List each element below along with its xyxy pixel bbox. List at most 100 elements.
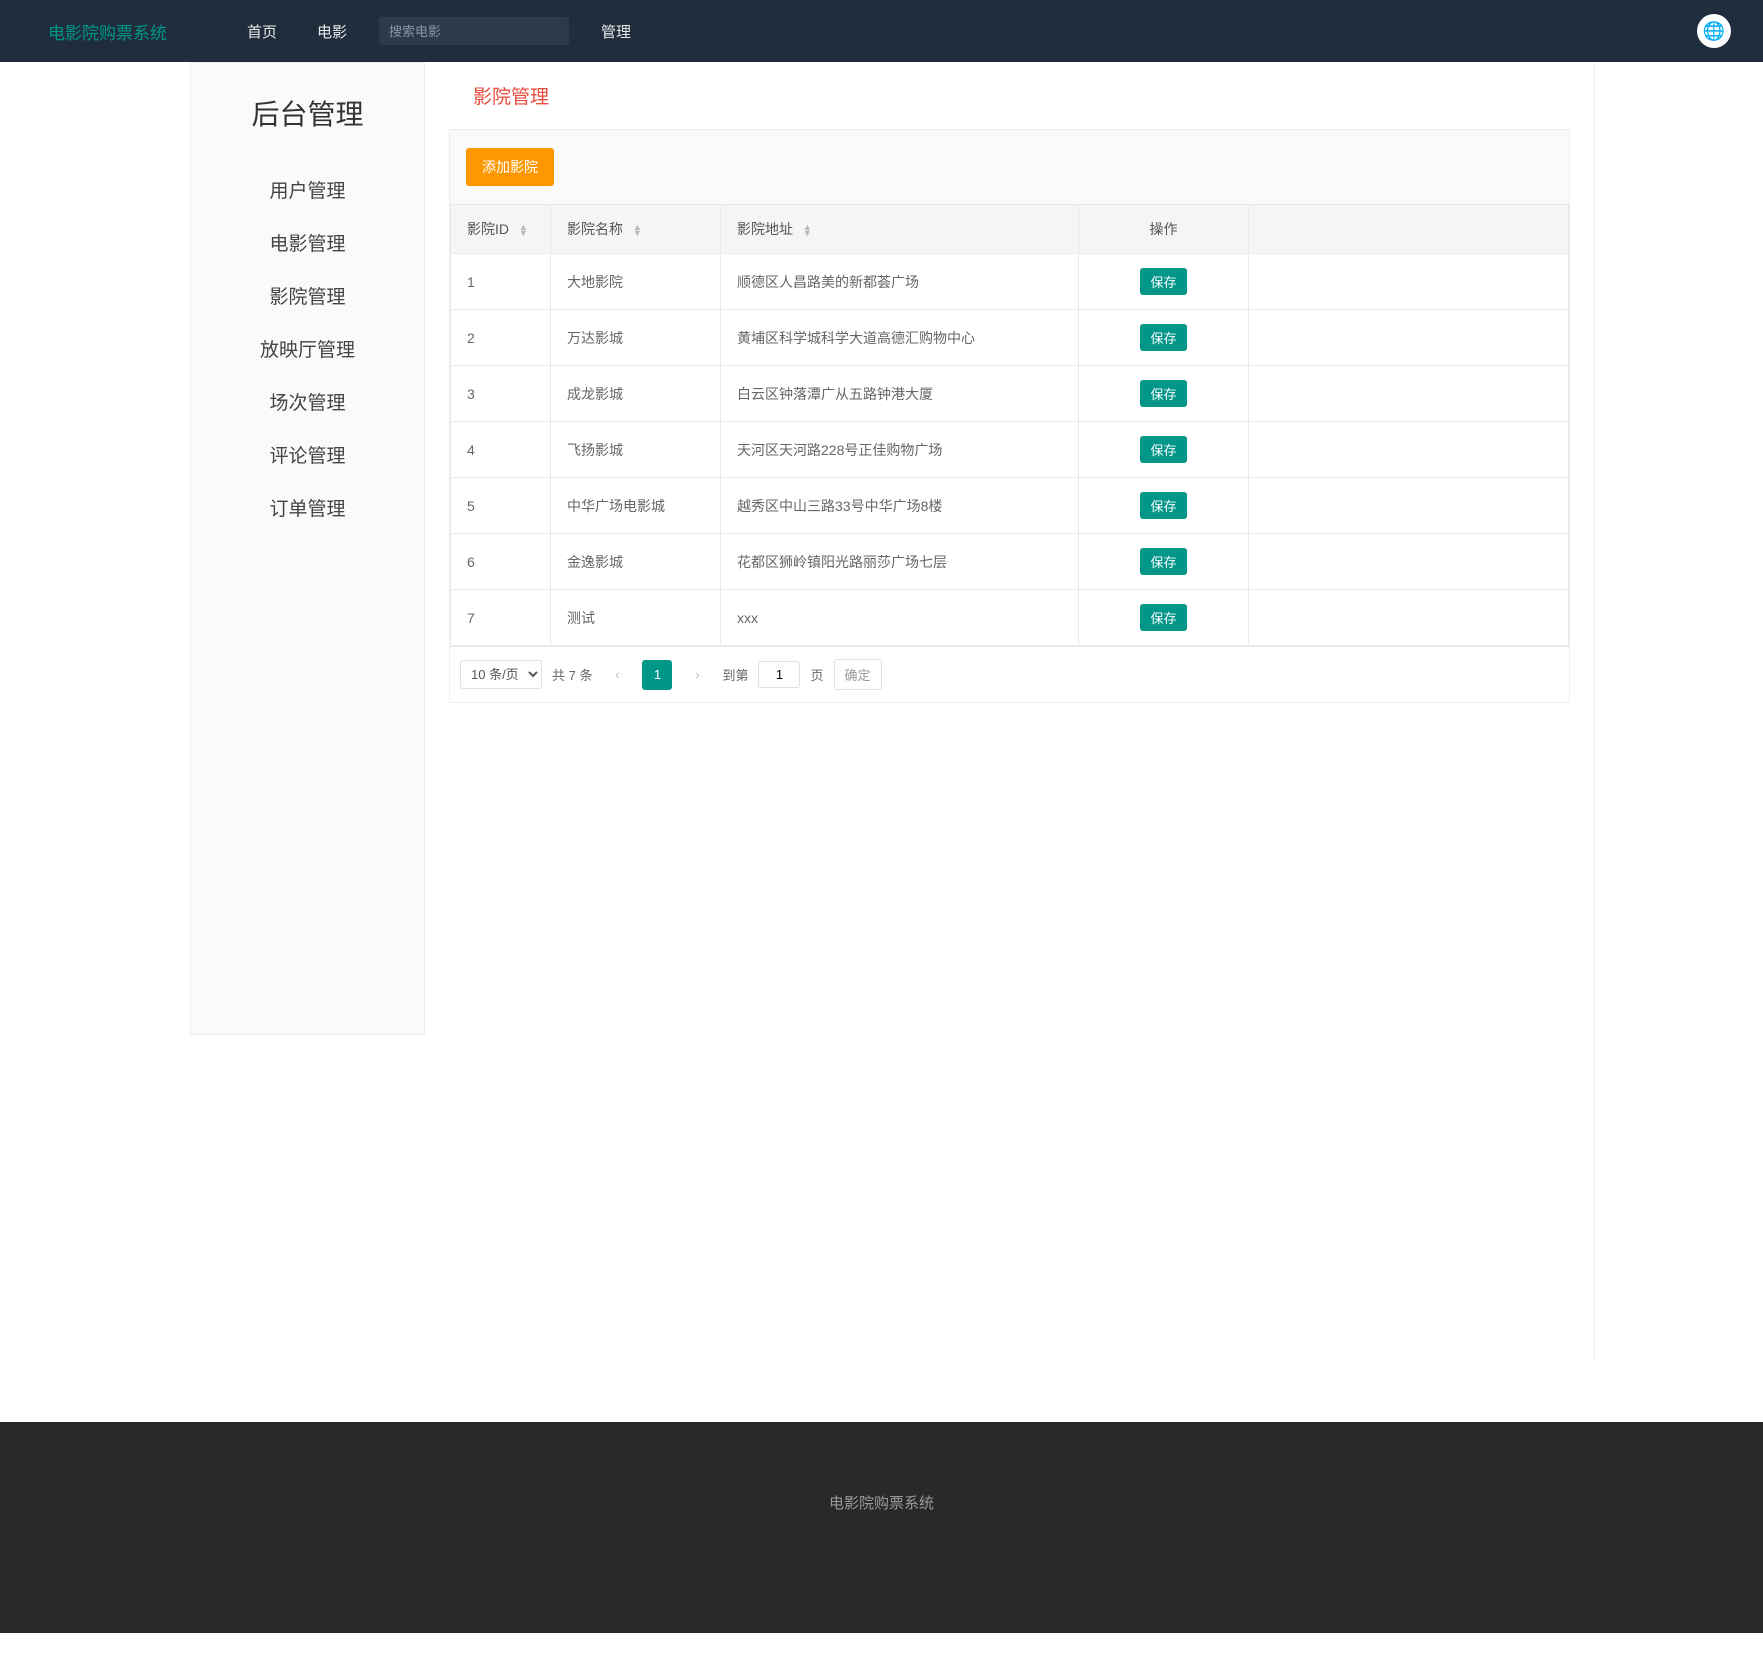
save-button[interactable]: 保存 [1140, 548, 1186, 575]
chevron-left-icon: ‹ [615, 667, 619, 682]
cell-name: 成龙影城 [551, 366, 721, 422]
sidebar-item-users[interactable]: 用户管理 [191, 163, 424, 216]
sidebar-item-movies[interactable]: 电影管理 [191, 216, 424, 269]
table-row: 4飞扬影城天河区天河路228号正佳购物广场 保存 [451, 422, 1569, 478]
th-op-label: 操作 [1150, 221, 1178, 237]
cell-id: 5 [451, 478, 551, 534]
jump-prefix: 到第 [722, 665, 748, 684]
sidebar-item-halls[interactable]: 放映厅管理 [191, 322, 424, 375]
table-row: 1大地影院顺德区人昌路美的新都荟广场 保存 [451, 254, 1569, 310]
table-row: 2万达影城黄埔区科学城科学大道高德汇购物中心 保存 [451, 310, 1569, 366]
cell-op: 保存 [1079, 590, 1249, 646]
table-row: 6金逸影城花都区狮岭镇阳光路丽莎广场七层 保存 [451, 534, 1569, 590]
th-name[interactable]: 影院名称 ▲▼ [551, 205, 721, 254]
save-button[interactable]: 保存 [1140, 604, 1186, 631]
cell-id: 7 [451, 590, 551, 646]
cell-extra [1249, 478, 1569, 534]
cell-id: 1 [451, 254, 551, 310]
cell-op: 保存 [1079, 534, 1249, 590]
total-count: 共 7 条 [552, 665, 592, 684]
globe-icon: 🌐 [1703, 21, 1725, 42]
cell-extra [1249, 422, 1569, 478]
cell-extra [1249, 254, 1569, 310]
top-nav: 电影院购票系统 首页 电影 管理 🌐 [0, 0, 1763, 62]
cell-extra [1249, 310, 1569, 366]
sort-icon[interactable]: ▲▼ [633, 224, 642, 236]
cell-name: 中华广场电影城 [551, 478, 721, 534]
cell-extra [1249, 366, 1569, 422]
cell-name: 大地影院 [551, 254, 721, 310]
table-row: 7测试xxx 保存 [451, 590, 1569, 646]
sidebar-item-orders[interactable]: 订单管理 [191, 481, 424, 534]
cell-name: 测试 [551, 590, 721, 646]
page-size-select[interactable]: 10 条/页 [460, 660, 542, 689]
footer-text: 电影院购票系统 [829, 1495, 934, 1512]
jump-suffix: 页 [810, 665, 823, 684]
layout: 后台管理 用户管理 电影管理 影院管理 放映厅管理 场次管理 评论管理 订单管理… [0, 62, 1763, 1362]
th-id-label: 影院ID [467, 221, 509, 237]
sidebar-item-cinemas[interactable]: 影院管理 [191, 269, 424, 322]
cell-addr: 白云区钟落潭广从五路钟港大厦 [721, 366, 1079, 422]
main-content: 影院管理 添加影院 影院ID ▲▼ 影院名称 ▲▼ [425, 62, 1595, 1362]
cell-name: 金逸影城 [551, 534, 721, 590]
cell-addr: 越秀区中山三路33号中华广场8楼 [721, 478, 1079, 534]
th-extra [1249, 205, 1569, 254]
cell-op: 保存 [1079, 254, 1249, 310]
sort-icon[interactable]: ▲▼ [519, 224, 528, 236]
next-page-button[interactable]: › [682, 660, 712, 690]
table-header-row: 影院ID ▲▼ 影院名称 ▲▼ 影院地址 ▲▼ 操作 [451, 205, 1569, 254]
table-row: 3成龙影城白云区钟落潭广从五路钟港大厦 保存 [451, 366, 1569, 422]
table-row: 5中华广场电影城越秀区中山三路33号中华广场8楼 保存 [451, 478, 1569, 534]
nav-home[interactable]: 首页 [227, 21, 297, 42]
footer: 电影院购票系统 [0, 1422, 1763, 1633]
cell-id: 2 [451, 310, 551, 366]
cell-op: 保存 [1079, 366, 1249, 422]
cell-extra [1249, 590, 1569, 646]
sort-icon[interactable]: ▲▼ [803, 224, 812, 236]
prev-page-button[interactable]: ‹ [602, 660, 632, 690]
sidebar-title: 后台管理 [191, 93, 424, 133]
th-addr-label: 影院地址 [737, 221, 793, 237]
add-cinema-button[interactable]: 添加影院 [466, 148, 554, 186]
th-op: 操作 [1079, 205, 1249, 254]
cell-id: 3 [451, 366, 551, 422]
cell-op: 保存 [1079, 422, 1249, 478]
cell-addr: xxx [721, 590, 1079, 646]
cell-addr: 顺德区人昌路美的新都荟广场 [721, 254, 1079, 310]
cell-extra [1249, 534, 1569, 590]
cell-name: 万达影城 [551, 310, 721, 366]
sidebar: 后台管理 用户管理 电影管理 影院管理 放映厅管理 场次管理 评论管理 订单管理 [190, 62, 425, 1035]
jump-confirm-button[interactable]: 确定 [834, 659, 882, 690]
nav-links: 首页 电影 管理 [227, 17, 651, 45]
page-number-1[interactable]: 1 [642, 660, 672, 690]
save-button[interactable]: 保存 [1140, 268, 1186, 295]
th-name-label: 影院名称 [567, 221, 623, 237]
th-addr[interactable]: 影院地址 ▲▼ [721, 205, 1079, 254]
cell-addr: 天河区天河路228号正佳购物广场 [721, 422, 1079, 478]
search-wrap [379, 17, 569, 45]
save-button[interactable]: 保存 [1140, 380, 1186, 407]
sidebar-item-comments[interactable]: 评论管理 [191, 428, 424, 481]
pagination: 10 条/页 共 7 条 ‹ 1 › 到第 页 确定 [450, 646, 1569, 702]
th-id[interactable]: 影院ID ▲▼ [451, 205, 551, 254]
nav-movies[interactable]: 电影 [297, 21, 367, 42]
save-button[interactable]: 保存 [1140, 324, 1186, 351]
avatar[interactable]: 🌐 [1697, 14, 1731, 48]
cinema-table: 影院ID ▲▼ 影院名称 ▲▼ 影院地址 ▲▼ 操作 [450, 204, 1569, 646]
cell-op: 保存 [1079, 478, 1249, 534]
save-button[interactable]: 保存 [1140, 492, 1186, 519]
cell-name: 飞扬影城 [551, 422, 721, 478]
panel-head: 添加影院 [450, 130, 1569, 204]
save-button[interactable]: 保存 [1140, 436, 1186, 463]
cell-id: 6 [451, 534, 551, 590]
cell-addr: 花都区狮岭镇阳光路丽莎广场七层 [721, 534, 1079, 590]
cell-addr: 黄埔区科学城科学大道高德汇购物中心 [721, 310, 1079, 366]
page-title: 影院管理 [425, 74, 1594, 129]
brand-title: 电影院购票系统 [48, 19, 167, 44]
cell-op: 保存 [1079, 310, 1249, 366]
cell-id: 4 [451, 422, 551, 478]
sidebar-item-sessions[interactable]: 场次管理 [191, 375, 424, 428]
jump-page-input[interactable] [758, 661, 800, 688]
search-input[interactable] [389, 24, 559, 39]
nav-admin[interactable]: 管理 [581, 21, 651, 42]
